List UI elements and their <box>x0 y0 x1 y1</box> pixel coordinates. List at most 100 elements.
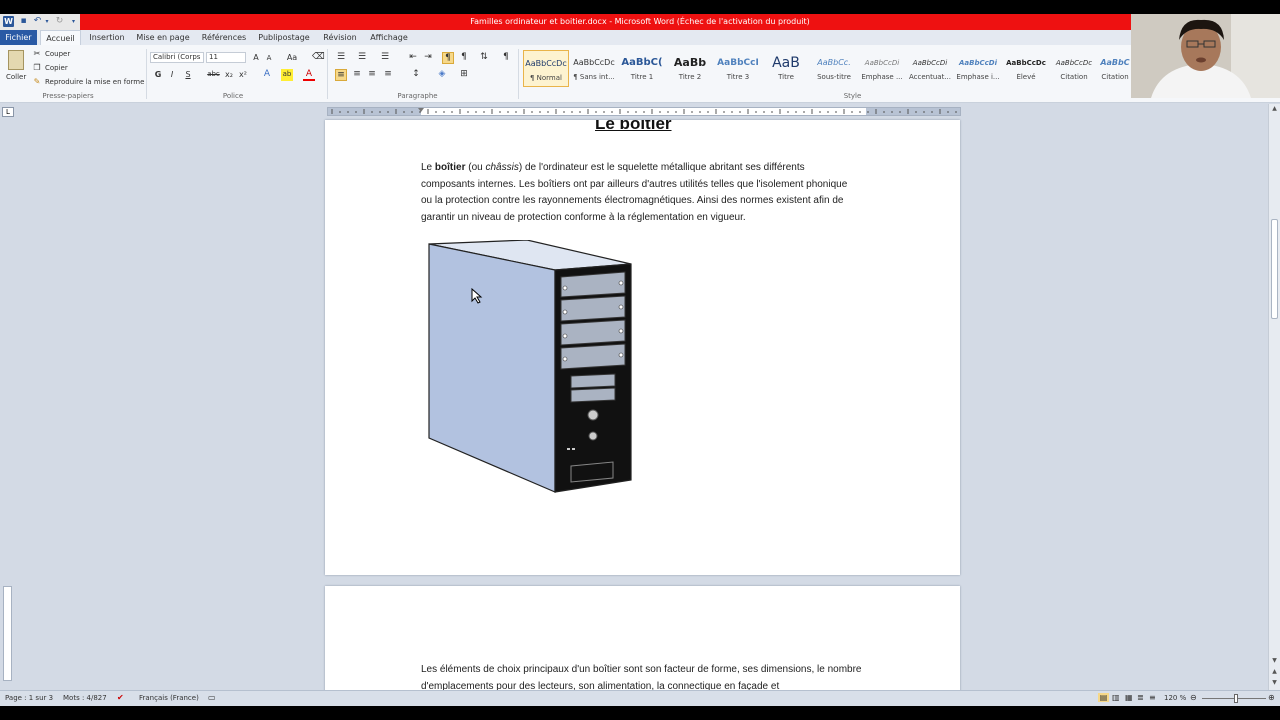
zoom-slider[interactable] <box>1202 694 1266 703</box>
tab-selector[interactable]: L <box>2 107 14 117</box>
save-icon[interactable]: ▪ <box>18 16 29 27</box>
document-page-1[interactable]: Le boitier Le boîtier (ou châssis) de l'… <box>325 120 960 575</box>
word-count[interactable]: Mots : 4/827 <box>63 694 107 702</box>
align-center-icon[interactable]: ≡ <box>351 69 363 81</box>
tab-references[interactable]: Références <box>198 30 250 45</box>
style-titre-3[interactable]: AaBbCcI Titre 3 <box>715 50 761 87</box>
redo-icon[interactable]: ↻ <box>54 16 65 27</box>
draft-icon[interactable]: ≡ <box>1149 693 1156 702</box>
bullets-icon[interactable]: ☰ <box>335 52 347 64</box>
cut-button[interactable]: Couper <box>45 50 70 58</box>
tab-affichage[interactable]: Affichage <box>368 30 410 45</box>
style-name: Citation <box>1060 73 1088 81</box>
strikethrough-button[interactable]: abc <box>206 69 221 81</box>
web-layout-icon[interactable]: ▦ <box>1125 693 1133 702</box>
print-layout-icon[interactable]: ▤ <box>1098 693 1109 702</box>
paste-button[interactable]: Coller <box>6 73 26 81</box>
superscript-icon[interactable]: x² <box>237 69 249 81</box>
decrease-indent-icon[interactable]: ⇤ <box>407 52 419 64</box>
borders-icon[interactable]: ⊞ <box>458 69 470 81</box>
style-eleve[interactable]: AaBbCcDc Élevé <box>1003 50 1049 87</box>
document-page-2[interactable]: Les éléments de choix principaux d'un bo… <box>325 586 960 706</box>
indent-marker[interactable] <box>418 108 424 112</box>
format-painter-button[interactable]: Reproduire la mise en forme <box>45 78 144 86</box>
scroll-thumb[interactable] <box>1271 219 1278 319</box>
text-effects-icon[interactable]: A <box>261 69 273 81</box>
justify-icon[interactable]: ≡ <box>382 69 394 81</box>
style-citation[interactable]: AaBbCcDc Citation <box>1051 50 1097 87</box>
undo-icon[interactable]: ↶ <box>32 16 43 27</box>
italic-button[interactable]: I <box>166 69 178 81</box>
subscript-icon[interactable]: x₂ <box>223 69 235 81</box>
align-right-icon[interactable]: ≡ <box>366 69 378 81</box>
style-emphase-pale[interactable]: AaBbCcDi Emphase ... <box>859 50 905 87</box>
window-title: Familles ordinateur et boitier.docx - Mi… <box>470 17 810 26</box>
status-bar: Page : 1 sur 3 Mots : 4/827 ✔ Français (… <box>0 690 1280 706</box>
scissors-icon[interactable]: ✂ <box>31 48 43 60</box>
tab-mise-en-page[interactable]: Mise en page <box>136 30 190 45</box>
style-titre-2[interactable]: AaBb Titre 2 <box>667 50 713 87</box>
shrink-font-icon[interactable]: A <box>263 53 275 65</box>
scroll-down-icon[interactable]: ▼ <box>1269 656 1280 666</box>
bold-button[interactable]: G <box>152 69 164 81</box>
tab-insertion[interactable]: Insertion <box>86 30 128 45</box>
line-spacing-icon[interactable]: ↕ <box>410 69 422 81</box>
style-normal[interactable]: AaBbCcDc ¶ Normal <box>523 50 569 87</box>
language-indicator[interactable]: Français (France) <box>139 694 199 702</box>
ltr-icon[interactable]: ¶ <box>442 52 454 64</box>
style-sans-interligne[interactable]: AaBbCcDc ¶ Sans int... <box>571 50 617 87</box>
underline-button[interactable]: S <box>182 69 194 81</box>
multilevel-list-icon[interactable]: ☰ <box>379 52 391 64</box>
horizontal-ruler[interactable] <box>327 107 961 116</box>
vertical-ruler[interactable] <box>3 586 12 681</box>
tab-publipostage[interactable]: Publipostage <box>256 30 312 45</box>
paste-icon[interactable] <box>8 50 24 70</box>
zoom-slider-thumb[interactable] <box>1234 694 1238 703</box>
page-count[interactable]: Page : 1 sur 3 <box>5 694 53 702</box>
macro-icon[interactable]: ▭ <box>208 693 216 702</box>
zoom-out-icon[interactable]: ⊖ <box>1190 693 1197 702</box>
full-screen-reading-icon[interactable]: ▥ <box>1112 693 1120 702</box>
paragraph-boitier-definition[interactable]: Le boîtier (ou châssis) de l'ordinateur … <box>421 160 861 226</box>
format-painter-icon[interactable]: ✎ <box>31 76 43 88</box>
tab-accueil[interactable]: Accueil <box>40 30 81 45</box>
style-emphase-intense[interactable]: AaBbCcDi Emphase i... <box>955 50 1001 87</box>
style-titre[interactable]: AaB Titre <box>763 50 809 87</box>
style-titre-1[interactable]: AaBbC(Titre 1 <box>619 50 665 87</box>
grow-font-icon[interactable]: A <box>250 52 262 64</box>
align-left-icon[interactable]: ≡ <box>335 69 347 81</box>
outline-icon[interactable]: ≣ <box>1137 693 1144 702</box>
tab-revision[interactable]: Révision <box>320 30 360 45</box>
style-sample: AaBbCc. <box>817 58 851 67</box>
undo-dropdown-icon[interactable]: ▾ <box>44 16 50 27</box>
font-color-icon[interactable]: A <box>303 69 315 81</box>
proofing-icon[interactable]: ✔ <box>117 693 124 702</box>
vertical-scrollbar[interactable]: ▲ ▼ ▲ ▼ <box>1268 104 1280 690</box>
style-citation-intense[interactable]: AaBbC Citation <box>1099 50 1131 87</box>
style-sous-titre[interactable]: AaBbCc. Sous-titre <box>811 50 857 87</box>
shading-icon[interactable]: ◈ <box>436 69 448 81</box>
numbering-icon[interactable]: ☰ <box>356 52 368 64</box>
zoom-level[interactable]: 120 % <box>1164 694 1186 702</box>
computer-tower-image[interactable] <box>427 240 637 495</box>
sort-icon[interactable]: ⇅ <box>478 52 490 64</box>
rtl-icon[interactable]: ¶ <box>458 52 470 64</box>
next-page-icon[interactable]: ▼ <box>1269 678 1280 688</box>
customize-toolbar-icon[interactable]: ▾ <box>68 16 79 27</box>
copy-button[interactable]: Copier <box>45 64 68 72</box>
zoom-in-icon[interactable]: ⊕ <box>1268 693 1275 702</box>
style-accentuation[interactable]: AaBbCcDi Accentuat... <box>907 50 953 87</box>
clear-format-icon[interactable]: ⌫ <box>312 52 325 64</box>
heading-le-boitier[interactable]: Le boitier <box>595 120 672 134</box>
increase-indent-icon[interactable]: ⇥ <box>422 52 434 64</box>
word-logo-icon[interactable]: W <box>3 16 14 27</box>
previous-page-icon[interactable]: ▲ <box>1269 667 1280 677</box>
font-size-combo[interactable]: 11 <box>206 52 246 63</box>
show-marks-icon[interactable]: ¶ <box>500 52 512 64</box>
scroll-up-icon[interactable]: ▲ <box>1269 104 1280 114</box>
tab-fichier[interactable]: Fichier <box>0 30 37 45</box>
font-name-combo[interactable]: Calibri (Corps <box>150 52 204 63</box>
copy-icon[interactable]: ❐ <box>31 62 43 74</box>
highlight-icon[interactable]: ab <box>281 69 293 81</box>
change-case-button[interactable]: Aa <box>283 52 301 64</box>
